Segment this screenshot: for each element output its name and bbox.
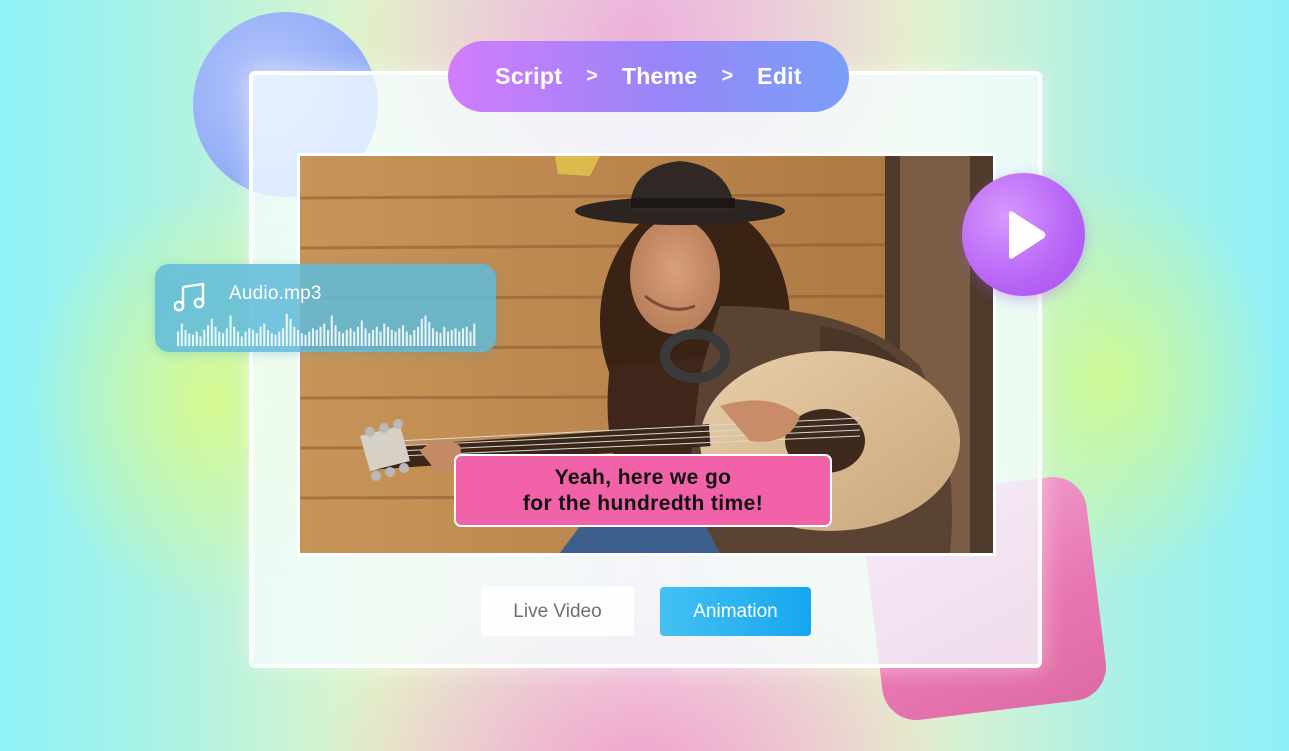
waveform-bar [203, 330, 206, 346]
waveform-bar [349, 328, 352, 346]
waveform-bar [274, 334, 277, 346]
waveform-bar [199, 336, 202, 346]
chevron-right-icon: > [586, 65, 598, 87]
waveform-bar [315, 330, 318, 346]
waveform-bar [293, 326, 296, 346]
waveform-bar [345, 330, 348, 346]
waveform-bar [435, 331, 438, 346]
caption-line-1: Yeah, here we go [554, 465, 732, 489]
waveform-bar [255, 333, 258, 346]
waveform-bar [334, 325, 337, 346]
waveform-bar [353, 331, 356, 346]
waveform-bar [439, 333, 442, 346]
waveform-bar [428, 322, 431, 346]
waveform-bar [402, 325, 405, 346]
waveform-bar [244, 331, 247, 346]
animation-button[interactable]: Animation [660, 587, 811, 636]
waveform-bar [447, 331, 450, 346]
waveform-bar [330, 315, 333, 346]
waveform-bar [240, 336, 243, 346]
chevron-right-icon: > [721, 65, 734, 87]
waveform-bar [424, 315, 427, 346]
waveform-bar [417, 326, 420, 346]
waveform-bar [237, 331, 240, 346]
waveform-bar [450, 330, 453, 346]
waveform-bar [195, 331, 198, 346]
waveform-bar [300, 333, 303, 346]
waveform-bar [184, 330, 187, 346]
waveform-bar [263, 323, 266, 346]
waveform-bar [387, 326, 390, 346]
waveform-bar [409, 334, 412, 346]
waveform-bar [225, 328, 228, 346]
music-note-icon [173, 282, 206, 317]
waveform-bar [312, 328, 315, 346]
play-icon [1008, 210, 1045, 259]
waveform-bar [462, 328, 465, 346]
waveform-bar [267, 330, 270, 346]
waveform-bar [443, 326, 446, 346]
waveform-bar [413, 330, 416, 346]
waveform-bar [297, 330, 300, 346]
live-video-button[interactable]: Live Video [481, 587, 634, 636]
waveform-bar [390, 330, 393, 346]
step-breadcrumb: Script > Theme > Edit [448, 41, 849, 112]
waveform-bar [368, 333, 371, 346]
waveform-bar [469, 331, 472, 346]
waveform-bar [327, 330, 330, 346]
waveform-bar [222, 333, 225, 346]
step-theme[interactable]: Theme [618, 63, 702, 90]
waveform-bar [357, 326, 360, 346]
subtitle-caption[interactable]: Yeah, here we go for the hundredth time! [454, 454, 832, 527]
waveform-bar [405, 331, 408, 346]
audio-track-card[interactable]: Audio.mp3 [155, 264, 496, 352]
waveform-bar [218, 331, 221, 346]
waveform-bar [282, 328, 285, 346]
step-script[interactable]: Script [491, 63, 566, 90]
waveform-bar [319, 326, 322, 346]
waveform-bar [233, 326, 236, 346]
waveform-bar [214, 326, 217, 346]
waveform-bar [259, 326, 262, 346]
waveform-bar [383, 323, 386, 346]
waveform-bar [270, 333, 273, 346]
waveform-bar [379, 331, 382, 346]
waveform-bar [372, 330, 375, 346]
waveform-bar [289, 318, 292, 346]
audio-waveform [177, 314, 476, 346]
waveform-bar [252, 330, 255, 346]
waveform-bar [180, 323, 183, 346]
waveform-bar [188, 333, 191, 346]
waveform-bar [364, 328, 367, 346]
waveform-bar [285, 314, 288, 346]
caption-line-2: for the hundredth time! [522, 491, 764, 515]
waveform-bar [465, 326, 468, 346]
waveform-bar [207, 325, 210, 346]
waveform-bar [458, 331, 461, 346]
waveform-bar [360, 320, 363, 346]
step-edit[interactable]: Edit [753, 63, 806, 90]
waveform-bar [278, 331, 281, 346]
waveform-bar [308, 331, 311, 346]
waveform-bar [192, 334, 195, 346]
waveform-bar [338, 331, 341, 346]
waveform-bar [342, 333, 345, 346]
waveform-bar [432, 328, 435, 346]
waveform-bar [454, 328, 457, 346]
waveform-bar [398, 328, 401, 346]
waveform-bar [229, 315, 232, 346]
waveform-bar [394, 331, 397, 346]
waveform-bar [420, 318, 423, 346]
play-button[interactable] [962, 173, 1085, 296]
waveform-bar [248, 328, 251, 346]
waveform-bar [177, 331, 180, 346]
audio-filename: Audio.mp3 [229, 283, 322, 304]
waveform-bar [323, 323, 326, 346]
waveform-bar [473, 323, 476, 346]
waveform-bar [375, 326, 378, 346]
waveform-bar [304, 334, 307, 346]
waveform-bar [210, 318, 213, 346]
